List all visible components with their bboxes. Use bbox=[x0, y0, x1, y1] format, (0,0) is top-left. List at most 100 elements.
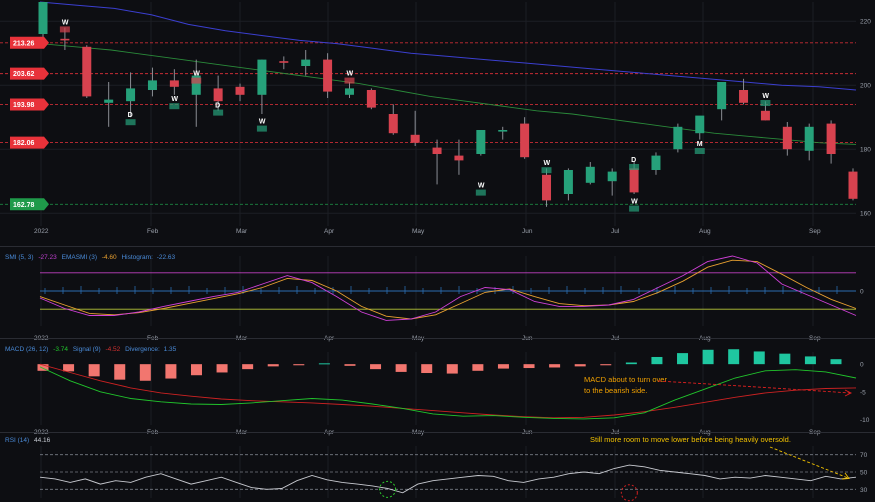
candle-body bbox=[235, 86, 245, 95]
rsi-legend: RSI (14) 44.16 bbox=[5, 437, 51, 444]
candle-body bbox=[760, 110, 770, 121]
candle-body bbox=[257, 59, 267, 95]
macd-hist-bar bbox=[446, 364, 458, 374]
macd-hist-bar bbox=[63, 364, 75, 372]
marker-tag bbox=[760, 100, 771, 106]
level-label-text: 182.06 bbox=[13, 140, 35, 147]
price-month-tick-label: Mar bbox=[236, 228, 248, 235]
price-month-tick-label: Feb bbox=[147, 228, 159, 235]
candle-body bbox=[104, 99, 114, 103]
macd-hist-bar bbox=[523, 364, 535, 369]
candle-body bbox=[147, 80, 157, 90]
macd-hist-bar bbox=[472, 364, 484, 371]
price-month-tick-label: Jun bbox=[522, 228, 533, 235]
rsi-annotation: Still more room to move lower before bei… bbox=[590, 435, 791, 444]
rsi-tick-label: 30 bbox=[860, 487, 868, 494]
macd-hist-bar bbox=[497, 364, 509, 369]
marker-label: W bbox=[762, 93, 769, 100]
macd-hist-bar bbox=[574, 364, 586, 367]
macd-hist-bar bbox=[242, 364, 254, 370]
candle-body bbox=[673, 126, 683, 150]
candle-body bbox=[388, 114, 398, 134]
marker-tag bbox=[169, 103, 180, 110]
marker-label: W bbox=[62, 19, 69, 26]
candle-body bbox=[695, 115, 705, 134]
macd-hist-bar bbox=[139, 364, 151, 381]
marker-tag bbox=[475, 189, 486, 196]
price-month-tick-label: Sep bbox=[809, 228, 821, 235]
marker-label: D bbox=[215, 103, 220, 110]
macd-hist-bar bbox=[677, 353, 689, 365]
candle-body bbox=[826, 123, 836, 154]
candle-body bbox=[607, 171, 617, 182]
macd-annotation-line1: MACD about to turn over bbox=[584, 375, 667, 384]
marker-label: W bbox=[346, 71, 353, 78]
macd-hist-bar bbox=[702, 349, 714, 365]
candle-body bbox=[498, 130, 508, 132]
price-month-tick-label: 2022 bbox=[34, 228, 49, 235]
macd-hist-bar bbox=[753, 351, 765, 365]
marker-tag bbox=[694, 148, 705, 154]
marker-label: M bbox=[697, 141, 703, 148]
candle-body bbox=[366, 90, 376, 108]
candle-body bbox=[323, 59, 333, 92]
candle-body bbox=[585, 166, 595, 183]
marker-label: D bbox=[631, 157, 636, 164]
macd-hist-bar bbox=[293, 364, 305, 366]
macd-hist-bar bbox=[779, 353, 791, 365]
rsi-tick-label: 70 bbox=[860, 452, 868, 459]
level-label-text: 203.62 bbox=[13, 71, 35, 78]
macd-hist-bar bbox=[370, 364, 382, 370]
marker-label: W bbox=[171, 96, 178, 103]
macd-hist-bar bbox=[421, 364, 433, 374]
candle-body bbox=[848, 171, 858, 199]
price-month-tick-label: May bbox=[412, 228, 425, 235]
macd-legend: MACD (26, 12) -3.74 Signal (9) -4.52 Div… bbox=[5, 346, 177, 353]
candle-body bbox=[279, 61, 289, 63]
macd-hist-bar bbox=[165, 364, 177, 379]
smi-legend: SMI (5, 3) -27.23 EMASMI (3) -4.60 Histo… bbox=[5, 254, 176, 261]
candle-body bbox=[301, 59, 311, 66]
macd-tick-label: 0 bbox=[860, 362, 864, 369]
marker-tag bbox=[256, 125, 267, 132]
rsi-axis: 70 50 30 bbox=[860, 452, 868, 494]
marker-label: W bbox=[478, 183, 485, 190]
macd-hist-bar bbox=[395, 364, 407, 372]
price-month-tick-label: Apr bbox=[324, 228, 335, 235]
candle-body bbox=[629, 168, 639, 193]
marker-tag bbox=[191, 77, 202, 84]
macd-hist-bar bbox=[804, 356, 816, 365]
level-label-text: 193.98 bbox=[13, 102, 35, 109]
marker-label: D bbox=[128, 112, 133, 119]
macd-annotation-line2: to the bearish side. bbox=[584, 386, 647, 395]
candle-body bbox=[476, 130, 486, 154]
candle-body bbox=[432, 147, 442, 154]
macd-hist-bar bbox=[344, 364, 356, 366]
macd-hist-bar bbox=[830, 359, 842, 365]
marker-label: W bbox=[193, 71, 200, 78]
macd-tick-label: -5 bbox=[860, 389, 866, 396]
marker-tag bbox=[629, 164, 640, 170]
marker-tag bbox=[344, 77, 355, 84]
price-tick-label: 200 bbox=[860, 83, 871, 90]
candle-body bbox=[82, 46, 92, 97]
marker-tag bbox=[125, 119, 136, 126]
macd-hist-bar bbox=[651, 356, 663, 365]
marker-tag bbox=[629, 205, 640, 212]
marker-label: W bbox=[259, 119, 266, 126]
candle-body bbox=[563, 170, 573, 194]
price-tick-label: 180 bbox=[860, 147, 871, 154]
candle-body bbox=[410, 134, 420, 143]
candle-body bbox=[739, 90, 749, 103]
candle-body bbox=[542, 174, 552, 201]
macd-hist-bar bbox=[114, 364, 126, 380]
macd-tick-label: -10 bbox=[860, 417, 870, 424]
candle-body bbox=[804, 126, 814, 151]
macd-hist-bar bbox=[88, 364, 100, 377]
macd-hist-bar bbox=[267, 364, 279, 367]
marker-label: W bbox=[544, 160, 551, 167]
candle-body bbox=[454, 155, 464, 161]
macd-hist-bar bbox=[549, 364, 561, 368]
price-tick-label: 220 bbox=[860, 19, 871, 26]
marker-tag bbox=[59, 26, 70, 33]
